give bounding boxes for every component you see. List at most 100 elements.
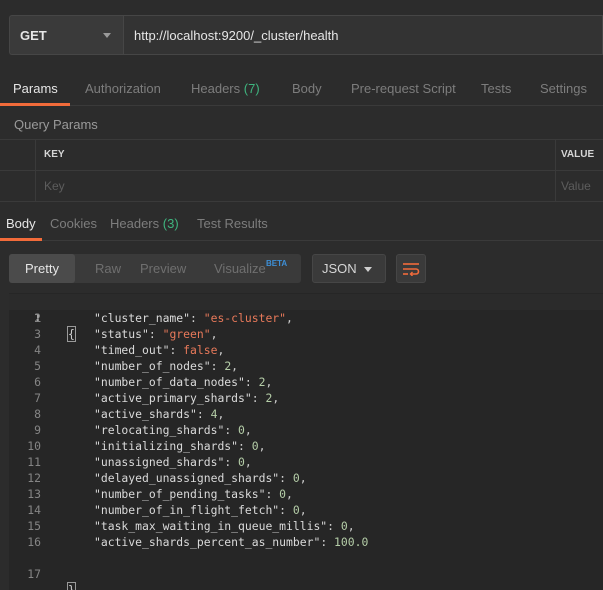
json-colon: : — [244, 375, 259, 389]
code-line: 13 "number_of_pending_tasks": 0, — [9, 486, 603, 502]
response-tabs: Body Cookies Headers (3) Test Results — [0, 209, 603, 241]
json-colon: : — [190, 311, 204, 325]
wrap-lines-button[interactable] — [396, 254, 426, 283]
tab-params[interactable]: Params — [0, 74, 70, 106]
code-line: 15 "task_max_waiting_in_queue_millis": 0, — [9, 518, 603, 534]
query-params-title: Query Params — [14, 117, 98, 132]
json-key: "number_of_data_nodes" — [94, 375, 245, 389]
tab-settings-label: Settings — [540, 81, 587, 96]
query-params-empty-row: Key Value — [0, 171, 603, 202]
json-value: 0 — [292, 471, 300, 485]
json-key: "relocating_shards" — [94, 423, 225, 437]
column-divider — [555, 171, 556, 201]
code-text: "timed_out": false, — [94, 342, 224, 358]
line-number: 13 — [27, 487, 41, 501]
json-key: "delayed_unassigned_shards" — [94, 471, 280, 485]
raw-button[interactable]: Raw — [95, 254, 121, 283]
code-line: 11 "unassigned_shards": 0, — [9, 454, 603, 470]
json-colon: : — [148, 327, 163, 341]
json-value: "es-cluster" — [203, 311, 287, 325]
json-colon: : — [238, 439, 252, 453]
value-input[interactable]: Value — [561, 171, 591, 201]
tab-tests[interactable]: Tests — [481, 74, 511, 106]
tab-test-results-label: Test Results — [197, 216, 268, 231]
code-text: "number_of_pending_tasks": 0, — [94, 486, 293, 502]
json-key: "number_of_nodes" — [94, 359, 211, 373]
json-comma: , — [231, 359, 239, 373]
pretty-button[interactable]: Pretty — [9, 254, 75, 283]
tab-cookies[interactable]: Cookies — [50, 209, 97, 241]
code-line: 1 { — [9, 294, 603, 342]
key-input[interactable]: Key — [44, 171, 65, 201]
json-colon: : — [210, 359, 225, 373]
close-brace: } — [67, 582, 76, 590]
chevron-down-icon — [103, 32, 111, 38]
json-comma: , — [347, 519, 355, 533]
code-text: "task_max_waiting_in_queue_millis": 0, — [94, 518, 355, 534]
tab-response-body-label: Body — [6, 216, 36, 231]
line-number: 3 — [34, 327, 41, 341]
tab-response-headers[interactable]: Headers (3) — [110, 209, 179, 241]
format-select[interactable]: JSON — [312, 254, 386, 283]
json-comma: , — [244, 423, 252, 437]
response-body-editor[interactable]: 1 { 2 "cluster_name": "es-cluster", 3 "stat… — [9, 293, 603, 590]
tab-authorization[interactable]: Authorization — [85, 74, 161, 106]
line-number: 10 — [27, 439, 41, 453]
line-number: 2 — [34, 311, 41, 325]
format-label: JSON — [322, 261, 357, 276]
tab-settings[interactable]: Settings — [540, 74, 587, 106]
key-column-header: KEY — [44, 149, 65, 160]
tab-test-results[interactable]: Test Results — [197, 209, 268, 241]
json-colon: : — [196, 407, 211, 421]
request-tabs: Params Authorization Headers (7) Body Pr… — [0, 74, 603, 106]
wrap-lines-icon — [403, 262, 420, 276]
checkbox-column — [0, 140, 36, 170]
tab-response-body[interactable]: Body — [0, 209, 42, 241]
visualize-button[interactable]: Visualize BETA — [214, 254, 287, 283]
json-value: "green" — [162, 327, 211, 341]
json-comma: , — [286, 311, 293, 325]
preview-button[interactable]: Preview — [140, 254, 186, 283]
json-comma: , — [265, 375, 273, 389]
code-line: 5 "number_of_nodes": 2, — [9, 358, 603, 374]
line-number: 9 — [34, 423, 41, 437]
tab-body[interactable]: Body — [292, 74, 322, 106]
code-line: 10 "initializing_shards": 0, — [9, 438, 603, 454]
json-colon: : — [224, 423, 239, 437]
code-line: 16 "active_shards_percent_as_number": 100… — [9, 534, 603, 550]
tab-headers-label: Headers — [191, 81, 241, 96]
json-value: 0 — [238, 423, 245, 437]
tab-headers[interactable]: Headers (7) — [191, 74, 260, 106]
code-text: "number_of_data_nodes": 2, — [94, 374, 272, 390]
response-headers-count-badge: (3) — [162, 216, 179, 231]
code-line: 17 } — [9, 550, 603, 590]
json-key: "cluster_name" — [94, 311, 191, 325]
json-comma: , — [299, 471, 307, 485]
line-number: 11 — [27, 455, 41, 469]
line-number: 7 — [34, 391, 41, 405]
row-checkbox-cell — [0, 171, 36, 201]
visualize-label: Visualize — [214, 261, 266, 276]
tab-body-label: Body — [292, 81, 322, 96]
json-key: "number_of_in_flight_fetch" — [94, 503, 280, 517]
code-line: 14 "number_of_in_flight_fetch": 0, — [9, 502, 603, 518]
line-number: 15 — [27, 519, 41, 533]
chevron-down-icon — [364, 267, 372, 272]
json-value: 0 — [279, 487, 287, 501]
tab-pre-request-script[interactable]: Pre-request Script — [351, 74, 456, 106]
json-colon: : — [224, 455, 239, 469]
line-number: 8 — [34, 407, 41, 421]
headers-count-badge: (7) — [243, 81, 260, 96]
json-key: "number_of_pending_tasks" — [94, 487, 266, 501]
method-select[interactable]: GET — [9, 15, 123, 55]
json-key: "active_primary_shards" — [94, 391, 252, 405]
json-colon: : — [279, 503, 293, 517]
json-comma: , — [299, 503, 307, 517]
line-number: 5 — [34, 359, 41, 373]
json-key: "active_shards_percent_as_number" — [94, 535, 321, 549]
json-comma: , — [210, 327, 218, 341]
url-input[interactable]: http://localhost:9200/_cluster/health — [123, 15, 603, 55]
line-number: 6 — [34, 375, 41, 389]
code-line: 7 "active_primary_shards": 2, — [9, 390, 603, 406]
json-comma: , — [217, 407, 225, 421]
